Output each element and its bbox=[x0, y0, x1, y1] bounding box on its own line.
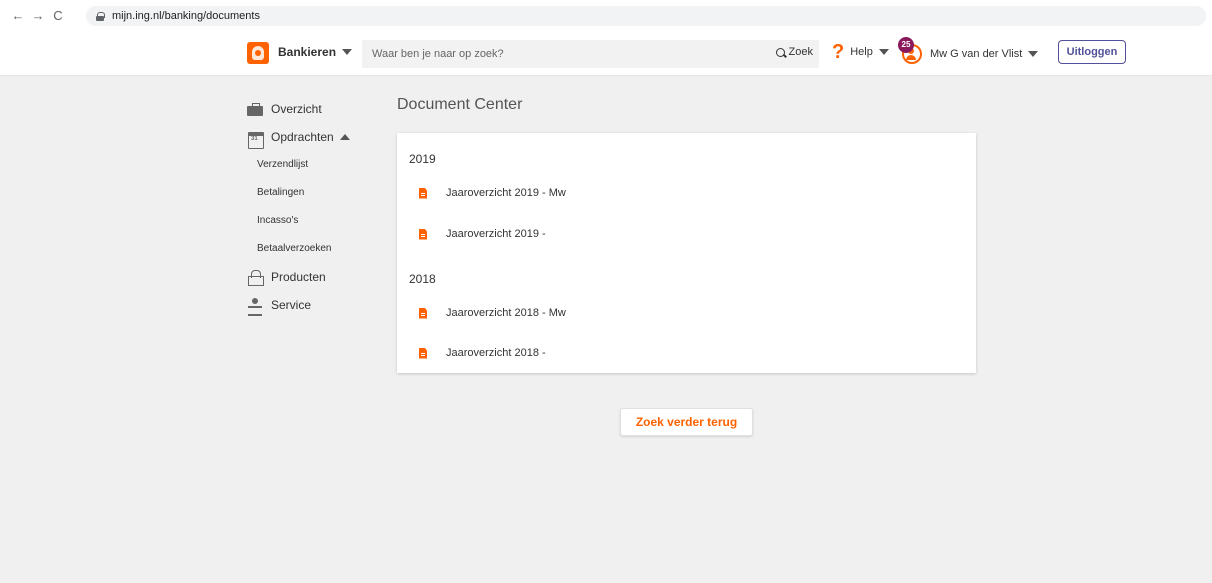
help-label: Help bbox=[850, 46, 873, 58]
sidebar-item-label: Opdrachten bbox=[271, 130, 334, 144]
help-menu[interactable]: ? Help bbox=[832, 42, 889, 62]
sidebar-nav: Overzicht Opdrachten Verzendlijst Betali… bbox=[247, 100, 387, 324]
document-link[interactable]: Jaaroverzicht 2018 - bbox=[419, 347, 546, 359]
service-person-icon bbox=[247, 298, 263, 316]
search-button-label: Zoek bbox=[788, 46, 813, 58]
sidebar-item-label: Producten bbox=[271, 270, 326, 284]
ing-lion-logo-icon[interactable] bbox=[247, 42, 269, 64]
document-title: Jaaroverzicht 2018 - Mw bbox=[446, 307, 566, 319]
lock-icon bbox=[96, 11, 105, 21]
document-icon bbox=[419, 228, 427, 240]
document-title: Jaaroverzicht 2019 - Mw bbox=[446, 187, 566, 199]
sidebar-item-label: Service bbox=[271, 298, 312, 312]
user-avatar-icon: 25 bbox=[898, 37, 922, 64]
address-bar[interactable]: mijn.ing.nl/banking/documents bbox=[86, 6, 1206, 26]
sidebar-subitem-betaalverzoeken[interactable]: Betaalverzoeken bbox=[257, 240, 387, 258]
question-mark-icon: ? bbox=[832, 41, 845, 63]
documents-card: 2019 Jaaroverzicht 2019 - Mw Jaaroverzic… bbox=[397, 133, 976, 373]
sidebar-subitem-incassos[interactable]: Incasso's bbox=[257, 212, 387, 230]
document-link[interactable]: Jaaroverzicht 2018 - Mw bbox=[419, 307, 566, 319]
document-icon bbox=[419, 347, 427, 359]
calendar-icon bbox=[247, 130, 264, 149]
site-header: Bankieren Zoek ? Help 25 Mw G van der Vl… bbox=[0, 30, 1212, 76]
logout-button[interactable]: Uitloggen bbox=[1058, 40, 1126, 64]
document-icon bbox=[419, 307, 427, 319]
search-further-back-button[interactable]: Zoek verder terug bbox=[620, 408, 753, 436]
chevron-down-icon bbox=[342, 49, 353, 55]
chevron-down-icon bbox=[1028, 51, 1039, 57]
browser-toolbar: ← → C mijn.ing.nl/banking/documents bbox=[0, 0, 1212, 30]
url-text: mijn.ing.nl/banking/documents bbox=[112, 10, 260, 22]
chevron-down-icon bbox=[878, 49, 889, 55]
document-link[interactable]: Jaaroverzicht 2019 - Mw bbox=[419, 187, 566, 199]
document-link[interactable]: Jaaroverzicht 2019 - bbox=[419, 228, 546, 240]
sidebar-item-producten[interactable]: Producten bbox=[247, 268, 387, 286]
document-icon bbox=[419, 187, 427, 199]
user-name: Mw G van der Vlist bbox=[930, 48, 1023, 60]
sidebar-subitem-betalingen[interactable]: Betalingen bbox=[257, 184, 387, 202]
document-title: Jaaroverzicht 2018 - bbox=[446, 347, 546, 359]
chevron-up-icon bbox=[339, 134, 350, 140]
forward-arrow-icon[interactable]: → bbox=[28, 8, 48, 23]
sidebar-item-overzicht[interactable]: Overzicht bbox=[247, 100, 387, 118]
year-heading: 2019 bbox=[409, 152, 436, 166]
year-heading: 2018 bbox=[409, 272, 436, 286]
sidebar-item-service[interactable]: Service bbox=[247, 296, 387, 316]
reload-icon[interactable]: C bbox=[48, 8, 68, 23]
briefcase-icon bbox=[247, 102, 263, 116]
basket-icon bbox=[247, 270, 264, 286]
document-title: Jaaroverzicht 2019 - bbox=[446, 228, 546, 240]
notification-badge[interactable]: 25 bbox=[898, 37, 914, 53]
bankieren-menu[interactable]: Bankieren bbox=[278, 45, 353, 59]
user-menu[interactable]: 25 Mw G van der Vlist bbox=[898, 37, 1039, 64]
page-title: Document Center bbox=[397, 96, 523, 113]
search-bar: Zoek bbox=[362, 40, 819, 68]
sidebar-subitem-verzendlijst[interactable]: Verzendlijst bbox=[257, 156, 387, 174]
search-input[interactable] bbox=[372, 45, 752, 63]
back-arrow-icon[interactable]: ← bbox=[8, 8, 28, 23]
sidebar-item-opdrachten[interactable]: Opdrachten bbox=[247, 128, 387, 149]
sidebar-item-label: Overzicht bbox=[271, 102, 322, 116]
search-button[interactable]: Zoek bbox=[775, 46, 813, 58]
search-icon bbox=[775, 47, 785, 57]
bankieren-label: Bankieren bbox=[278, 45, 337, 59]
